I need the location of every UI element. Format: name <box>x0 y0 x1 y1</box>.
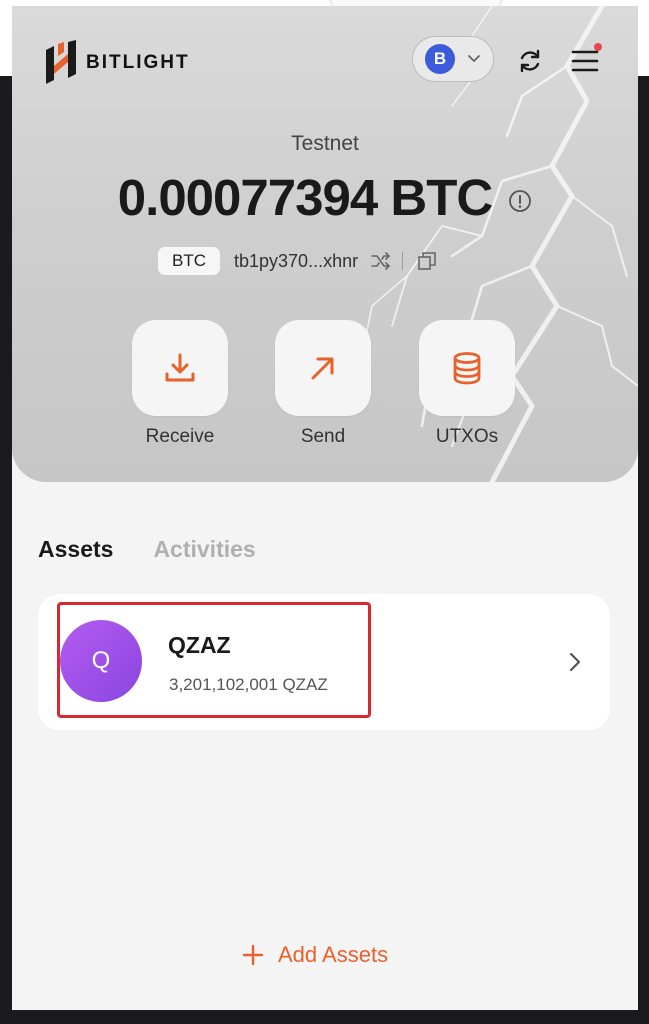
wallet-address: tb1py370...xhnr <box>234 250 359 271</box>
network-label: Testnet <box>291 132 359 155</box>
send-button[interactable] <box>275 320 371 416</box>
address-row: BTC tb1py370...xhnr <box>158 246 437 276</box>
download-icon <box>165 353 195 382</box>
asset-avatar: Q <box>60 620 142 702</box>
shuffle-icon[interactable] <box>370 252 392 270</box>
asset-list-item[interactable]: Q QZAZ 3,201,102,001 QZAZ <box>38 594 610 730</box>
tab-activities[interactable]: Activities <box>153 536 255 563</box>
network-selector[interactable]: B <box>412 36 494 82</box>
copy-icon[interactable] <box>417 251 437 271</box>
refresh-icon[interactable] <box>517 48 543 74</box>
asset-amount: 3,201,102,001 QZAZ <box>169 675 328 694</box>
tab-assets[interactable]: Assets <box>38 536 113 563</box>
notification-dot <box>594 43 602 51</box>
wallet-popup: BITLIGHT B Testnet 0.00077394 BTC BTC tb… <box>12 6 638 1010</box>
receive-button[interactable] <box>132 320 228 416</box>
send-label: Send <box>300 426 346 447</box>
utxos-action[interactable]: UTXOs <box>419 320 515 448</box>
wallet-header: BITLIGHT B Testnet 0.00077394 BTC BTC tb… <box>12 6 638 482</box>
utxos-button[interactable] <box>419 320 515 416</box>
info-icon[interactable] <box>508 189 532 213</box>
chevron-right-icon <box>569 652 581 672</box>
address-type-chip[interactable]: BTC <box>158 247 220 275</box>
asset-tabs: Assets Activities <box>38 536 296 563</box>
database-icon <box>453 352 481 385</box>
send-action[interactable]: Send <box>275 320 371 448</box>
wallet-balance: 0.00077394 BTC <box>117 169 493 226</box>
bitlight-logo: BITLIGHT <box>44 40 190 86</box>
plus-icon <box>242 944 264 966</box>
asset-name: QZAZ <box>168 632 231 658</box>
bottom-frame <box>0 1010 649 1024</box>
bitlight-logo-icon <box>46 40 76 84</box>
utxos-label: UTXOs <box>435 426 499 447</box>
receive-label: Receive <box>145 426 215 447</box>
chevron-down-icon <box>468 55 480 63</box>
divider <box>402 252 404 270</box>
receive-action[interactable]: Receive <box>132 320 228 448</box>
balance-row: 0.00077394 BTC <box>12 168 638 227</box>
add-assets-button[interactable]: Add Assets <box>242 942 388 968</box>
arrow-up-right-icon <box>311 357 334 380</box>
bitcoin-icon: B <box>425 44 455 74</box>
add-assets-label: Add Assets <box>278 942 389 967</box>
brand-name: BITLIGHT <box>86 52 190 73</box>
